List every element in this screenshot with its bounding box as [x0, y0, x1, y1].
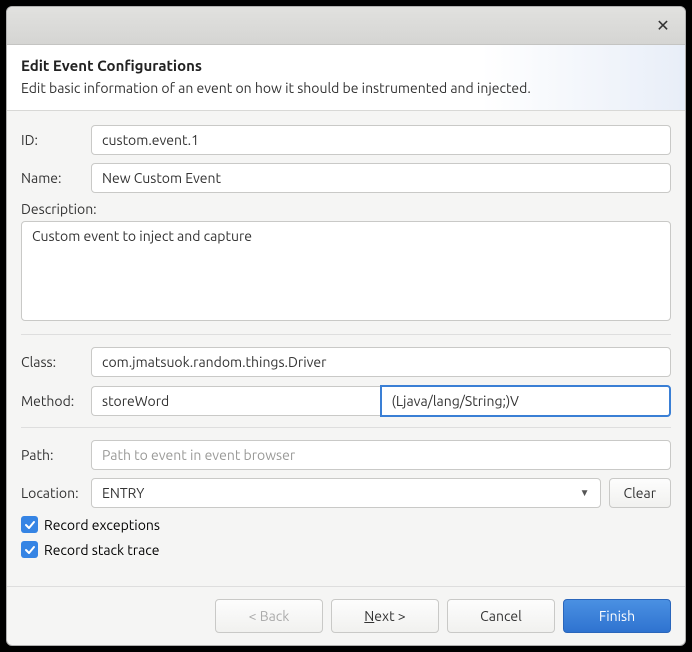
- name-row: Name:: [21, 163, 671, 193]
- clear-button[interactable]: Clear: [609, 478, 671, 508]
- check-icon: [24, 519, 36, 531]
- id-label: ID:: [21, 132, 91, 148]
- method-row: Method:: [21, 385, 671, 417]
- name-input[interactable]: [91, 163, 671, 193]
- name-label: Name:: [21, 170, 91, 186]
- location-value: ENTRY: [102, 485, 144, 501]
- dialog-subtitle: Edit basic information of an event on ho…: [21, 80, 671, 96]
- description-label: Description:: [21, 201, 671, 217]
- divider: [21, 334, 671, 335]
- back-button: < Back: [215, 599, 323, 633]
- class-label: Class:: [21, 354, 91, 370]
- record-stack-trace-checkbox[interactable]: [21, 541, 38, 558]
- id-row: ID:: [21, 125, 671, 155]
- chevron-down-icon: ▼: [580, 487, 590, 499]
- path-label: Path:: [21, 447, 91, 463]
- record-stack-trace-label: Record stack trace: [44, 542, 160, 558]
- method-signature-input[interactable]: [380, 385, 672, 417]
- divider: [21, 427, 671, 428]
- record-exceptions-checkbox[interactable]: [21, 516, 38, 533]
- cancel-button[interactable]: Cancel: [447, 599, 555, 633]
- record-stack-trace-row: Record stack trace: [21, 541, 671, 558]
- method-label: Method:: [21, 393, 91, 409]
- dialog-content: ID: Name: Description: Custom event to i…: [7, 111, 685, 586]
- dialog-footer: < Back Next > Cancel Finish: [7, 586, 685, 645]
- location-label: Location:: [21, 485, 91, 501]
- method-name-input[interactable]: [91, 386, 380, 416]
- close-icon: ✕: [656, 16, 669, 35]
- class-input[interactable]: [91, 347, 671, 377]
- dialog-title: Edit Event Configurations: [21, 57, 671, 74]
- record-exceptions-label: Record exceptions: [44, 517, 160, 533]
- check-icon: [24, 544, 36, 556]
- close-button[interactable]: ✕: [653, 16, 673, 36]
- titlebar: ✕: [7, 7, 685, 45]
- description-textarea[interactable]: Custom event to inject and capture: [21, 221, 671, 321]
- dialog-window: ✕ Edit Event Configurations Edit basic i…: [6, 6, 686, 646]
- path-row: Path:: [21, 440, 671, 470]
- record-exceptions-row: Record exceptions: [21, 516, 671, 533]
- id-input[interactable]: [91, 125, 671, 155]
- path-input[interactable]: [91, 440, 671, 470]
- location-row: Location: ENTRY ▼ Clear: [21, 478, 671, 508]
- finish-button[interactable]: Finish: [563, 599, 671, 633]
- dialog-header: Edit Event Configurations Edit basic inf…: [7, 45, 685, 111]
- class-row: Class:: [21, 347, 671, 377]
- next-button[interactable]: Next >: [331, 599, 439, 633]
- description-row: Description: Custom event to inject and …: [21, 201, 671, 324]
- location-select[interactable]: ENTRY ▼: [91, 478, 601, 508]
